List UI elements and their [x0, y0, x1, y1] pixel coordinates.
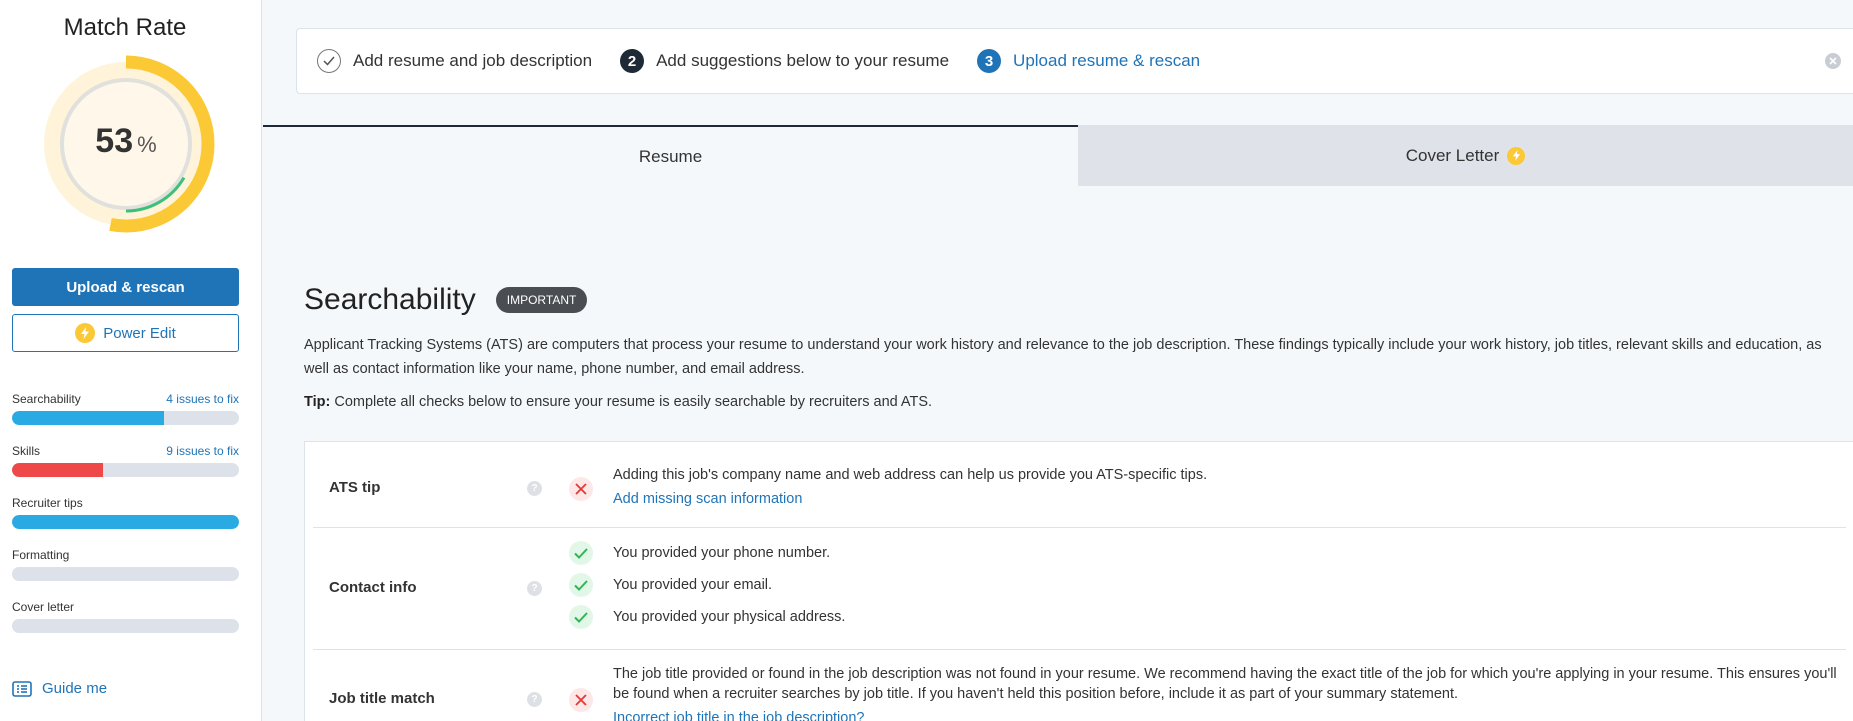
metric-recruiter-tips[interactable]: Recruiter tips	[12, 496, 239, 529]
close-icon[interactable]	[1825, 53, 1841, 69]
help-icon[interactable]: ?	[527, 581, 542, 596]
step-3-label: Upload resume & rescan	[1013, 51, 1201, 70]
match-rate-number: 53	[95, 122, 134, 160]
check-text: Adding this job's company name and web a…	[613, 467, 1208, 483]
metric-searchability[interactable]: Searchability 4 issues to fix	[12, 392, 239, 425]
metric-formatting[interactable]: Formatting	[12, 548, 239, 581]
step-3-number: 3	[977, 49, 1002, 73]
metric-label: Skills	[12, 444, 41, 458]
step-1[interactable]: Add resume and job description	[317, 49, 592, 73]
check-label: ATS tip	[329, 479, 381, 496]
match-rate-unit: %	[137, 132, 157, 157]
checkmark-icon	[569, 605, 593, 629]
sidebar: Match Rate 53% Upload & rescan Power Edi…	[0, 0, 262, 721]
lightning-icon	[75, 323, 96, 343]
check-row-contact: Contact info ? You provided your phone n…	[313, 528, 1846, 650]
metric-progress-bar	[12, 515, 239, 529]
metric-issues-link[interactable]: 9 issues to fix	[166, 444, 239, 458]
match-rate-title: Match Rate	[63, 14, 187, 41]
section-description: Applicant Tracking Systems (ATS) are com…	[304, 337, 1822, 377]
metric-cover-letter[interactable]: Cover letter	[12, 600, 239, 633]
match-rate-value: 53%	[37, 122, 215, 161]
tab-resume[interactable]: Resume	[263, 125, 1078, 186]
checks-table: ATS tip ? Adding this job's company name…	[304, 441, 1853, 721]
tab-cover-letter[interactable]: Cover Letter	[1078, 125, 1853, 186]
metric-progress-fill	[12, 515, 239, 529]
progress-steps: Add resume and job description 2 Add sug…	[296, 28, 1853, 94]
checkmark-icon	[569, 573, 593, 597]
section-header: Searchability IMPORTANT	[304, 283, 588, 317]
section-title: Searchability	[304, 283, 476, 316]
metric-label: Recruiter tips	[12, 496, 83, 510]
check-circle-icon	[317, 49, 341, 73]
metric-skills[interactable]: Skills 9 issues to fix	[12, 444, 239, 477]
metric-label: Cover letter	[12, 600, 75, 614]
step-3[interactable]: 3 Upload resume & rescan	[977, 49, 1200, 73]
check-label: Job title match	[329, 690, 435, 707]
metric-progress-bar	[12, 463, 239, 477]
power-edit-button[interactable]: Power Edit	[12, 314, 239, 352]
section-tip: Tip: Complete all checks below to ensure…	[304, 394, 932, 410]
tab-cover-letter-label: Cover Letter	[1405, 145, 1500, 165]
metric-progress-bar	[12, 619, 239, 633]
check-row-ats: ATS tip ? Adding this job's company name…	[313, 442, 1846, 528]
cross-icon	[569, 688, 593, 712]
step-1-label: Add resume and job description	[353, 51, 593, 70]
metric-progress-fill	[12, 463, 103, 477]
upload-rescan-button[interactable]: Upload & rescan	[12, 268, 239, 306]
check-row-job-title: Job title match ? The job title provided…	[313, 650, 1846, 721]
step-2[interactable]: 2 Add suggestions below to your resume	[620, 49, 949, 73]
check-text: The job title provided or found in the j…	[613, 666, 1837, 702]
guide-me-label: Guide me	[42, 680, 108, 697]
metric-progress-bar	[12, 567, 239, 581]
importance-badge: IMPORTANT	[495, 287, 588, 313]
checkmark-icon	[569, 541, 593, 565]
help-icon[interactable]: ?	[527, 481, 542, 496]
check-label: Contact info	[329, 579, 417, 596]
metric-issues-link[interactable]: 4 issues to fix	[166, 392, 239, 406]
metric-progress-bar	[12, 411, 239, 425]
step-2-number: 2	[620, 49, 645, 73]
help-icon[interactable]: ?	[527, 692, 542, 707]
metric-label: Formatting	[12, 548, 70, 562]
cross-icon	[569, 477, 593, 501]
metric-label: Searchability	[12, 392, 81, 406]
check-text: You provided your phone number.	[613, 545, 831, 561]
lightning-icon	[1507, 146, 1526, 165]
tip-text: Complete all checks below to ensure your…	[334, 394, 933, 410]
tip-label: Tip:	[304, 394, 331, 410]
document-tabs: Resume Cover Letter	[263, 125, 1853, 186]
checklist-icon	[12, 680, 32, 697]
step-2-label: Add suggestions below to your resume	[656, 51, 950, 70]
check-text: You provided your email.	[613, 577, 773, 593]
incorrect-job-title-link[interactable]: Incorrect job title in the job descripti…	[613, 708, 864, 721]
guide-me-link[interactable]: Guide me	[12, 680, 107, 697]
check-text: You provided your physical address.	[613, 609, 846, 625]
metric-progress-fill	[12, 411, 165, 425]
add-scan-info-link[interactable]: Add missing scan information	[613, 489, 802, 509]
power-edit-label: Power Edit	[103, 324, 176, 342]
